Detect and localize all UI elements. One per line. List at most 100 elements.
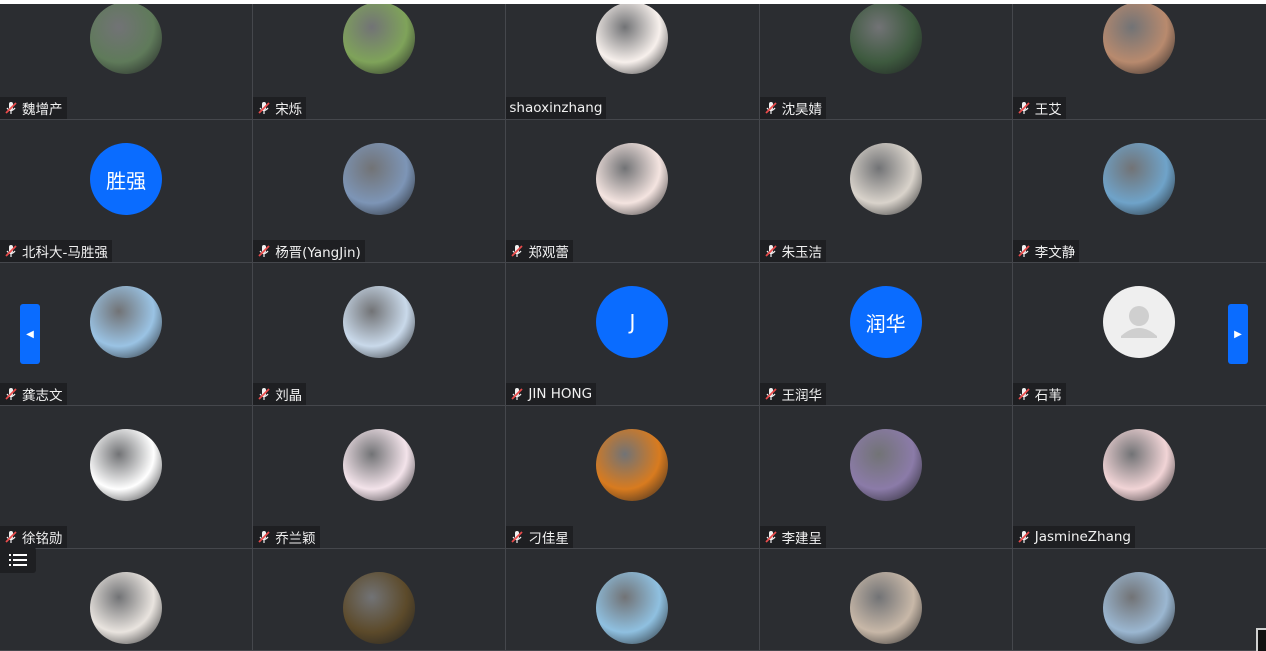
participant-nameplate: 刘晶 (253, 383, 307, 405)
participant-nameplate: 石苇 (1012, 383, 1066, 405)
participant-name: 徐铭勋 (22, 531, 63, 547)
participant-name: 李建呈 (781, 531, 823, 547)
participant-name: 北科大-马胜强 (22, 245, 108, 261)
participant-name: shaoxinzhang (509, 100, 603, 116)
participant-tile[interactable]: 魏增产 (0, 4, 254, 120)
participant-nameplate: JasmineZhang (1012, 526, 1136, 548)
avatar-photo (596, 572, 669, 644)
mic-muted-icon (763, 386, 779, 402)
participant-tile[interactable]: 刁佳星 (506, 406, 760, 549)
avatar-photo (849, 4, 922, 74)
prev-page-button[interactable]: ◀ (20, 304, 40, 364)
mic-muted-icon (256, 243, 272, 259)
participant-name: 王艾 (1034, 102, 1062, 118)
participant-name: 刘晶 (275, 388, 303, 404)
participant-name: 宋烁 (275, 102, 303, 118)
participant-tile[interactable]: 王艾 (1012, 4, 1266, 120)
participant-name: 李文静 (1034, 245, 1076, 261)
participant-nameplate: 沈昊婧 (759, 97, 827, 119)
avatar-photo (343, 429, 416, 501)
participant-tile[interactable] (1012, 549, 1266, 651)
participant-nameplate: 李文静 (1012, 240, 1080, 262)
participant-name: 石苇 (1034, 388, 1062, 404)
avatar-initials: 胜强 (90, 143, 163, 215)
mic-muted-icon (3, 100, 19, 116)
participant-tile[interactable]: 胜强北科大-马胜强 (0, 120, 254, 263)
participant-tile[interactable]: shaoxinzhang (506, 4, 760, 120)
participant-tile[interactable]: 沈昊婧 (759, 4, 1013, 120)
participant-tile[interactable]: 李文静 (1012, 120, 1266, 263)
mic-muted-icon (256, 386, 272, 402)
avatar-photo (596, 429, 669, 501)
participant-name: 沈昊婧 (781, 102, 823, 118)
participant-nameplate: 北科大-马胜强 (0, 240, 112, 262)
participant-nameplate: shaoxinzhang (506, 97, 607, 119)
avatar-photo (1103, 429, 1176, 501)
participant-name: 刁佳星 (528, 531, 569, 547)
avatar-photo (849, 143, 922, 215)
video-grid: 魏增产 宋烁 shaoxinzhang 沈昊婧 王艾 胜强 北科大-马胜强 杨晋(YangJi… (0, 4, 1266, 651)
participant-tile[interactable]: 郑观蕾 (506, 120, 760, 263)
participant-nameplate: 杨晋(YangJin) (253, 240, 365, 262)
participant-name: 杨晋(YangJin) (275, 245, 361, 261)
participant-nameplate: 龚志文 (0, 383, 67, 405)
avatar-photo (596, 4, 669, 74)
participant-tile[interactable] (253, 549, 507, 651)
mic-muted-icon (509, 386, 525, 402)
avatar-initials: 润华 (849, 286, 922, 358)
participant-name: 朱玉洁 (781, 245, 823, 261)
chevron-left-icon: ◀ (26, 328, 34, 340)
participant-tile[interactable] (759, 549, 1013, 651)
resize-handle[interactable] (1256, 628, 1266, 651)
mic-muted-icon (1016, 386, 1032, 402)
participant-tile[interactable]: 李建呈 (759, 406, 1013, 549)
avatar-photo (343, 572, 416, 644)
mic-muted-icon (256, 529, 272, 545)
participant-name: 郑观蕾 (528, 245, 569, 261)
participant-tile[interactable]: 润华王润华 (759, 263, 1013, 406)
participant-name: 王润华 (781, 388, 823, 404)
participant-tile[interactable]: 杨晋(YangJin) (253, 120, 507, 263)
participant-nameplate: 郑观蕾 (506, 240, 573, 262)
avatar-photo (90, 4, 163, 74)
participant-nameplate: 王润华 (759, 383, 827, 405)
participant-nameplate: 宋烁 (253, 97, 307, 119)
participant-tile[interactable]: 乔兰颖 (253, 406, 507, 549)
avatar-photo (1103, 143, 1176, 215)
participant-nameplate: 朱玉洁 (759, 240, 827, 262)
participant-list-toggle[interactable] (0, 547, 36, 573)
participant-name: JasmineZhang (1034, 529, 1132, 545)
participant-nameplate: 刁佳星 (506, 526, 573, 548)
participant-tile[interactable] (0, 549, 254, 651)
participant-tile[interactable] (506, 549, 760, 651)
participant-nameplate: 魏增产 (0, 97, 67, 119)
mic-muted-icon (763, 529, 779, 545)
participant-tile[interactable]: 朱玉洁 (759, 120, 1013, 263)
chevron-right-icon: ▶ (1234, 328, 1242, 340)
avatar-photo (90, 572, 163, 644)
avatar-photo (90, 286, 163, 358)
mic-muted-icon (763, 100, 779, 116)
participant-nameplate: 乔兰颖 (253, 526, 320, 548)
participant-nameplate: JIN HONG (506, 383, 597, 405)
avatar-photo (343, 4, 416, 74)
next-page-button[interactable]: ▶ (1228, 304, 1248, 364)
avatar-photo (1103, 4, 1176, 74)
avatar-initials: J (596, 286, 669, 358)
avatar-photo (90, 429, 163, 501)
participant-nameplate: 王艾 (1012, 97, 1066, 119)
mic-muted-icon (509, 243, 525, 259)
participant-tile[interactable]: 刘晶 (253, 263, 507, 406)
participant-name: 魏增产 (22, 102, 63, 118)
participant-name: 龚志文 (22, 388, 63, 404)
avatar-photo (849, 572, 922, 644)
participant-tile[interactable]: 徐铭勋 (0, 406, 254, 549)
list-icon (9, 554, 27, 566)
participant-tile[interactable]: J JIN HONG (506, 263, 760, 406)
avatar-photo (343, 143, 416, 215)
mic-muted-icon (763, 243, 779, 259)
participant-nameplate: 李建呈 (759, 526, 827, 548)
mic-muted-icon (3, 386, 19, 402)
participant-tile[interactable]: JasmineZhang (1012, 406, 1266, 549)
participant-tile[interactable]: 宋烁 (253, 4, 507, 120)
